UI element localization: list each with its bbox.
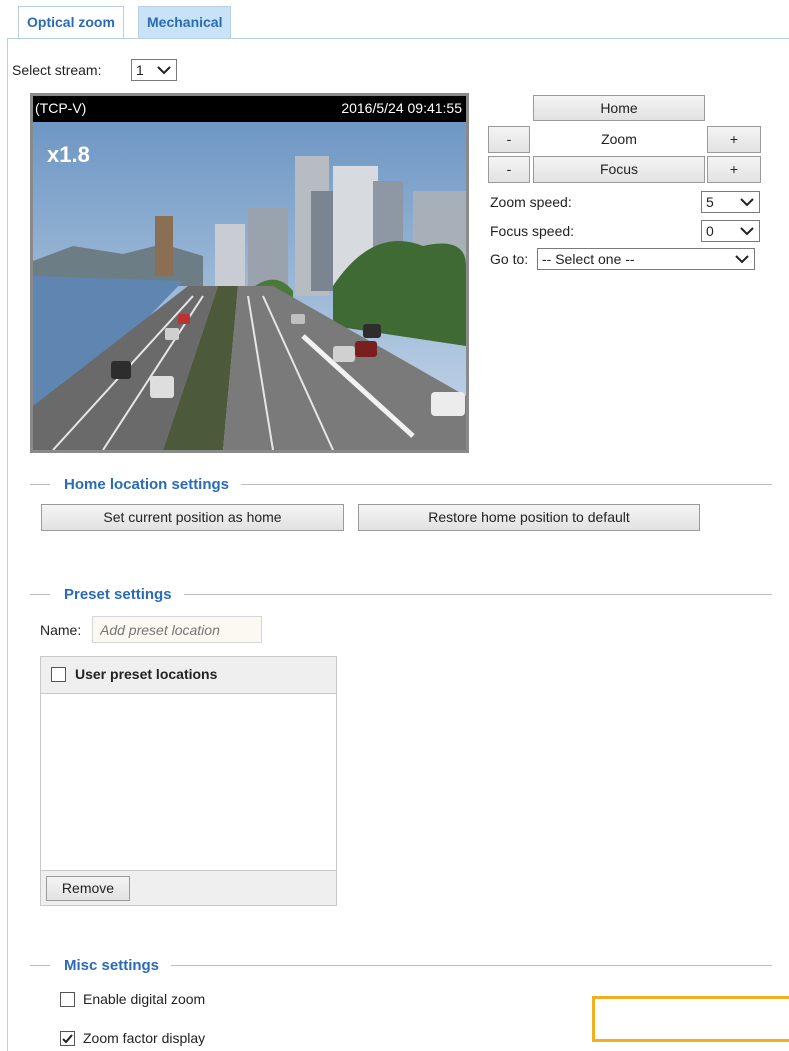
- chevron-down-icon: [740, 198, 754, 207]
- chevron-down-icon: [735, 255, 749, 264]
- goto-preset-select[interactable]: -- Select one --: [537, 248, 755, 270]
- section-dash: [30, 593, 50, 595]
- focus-speed-select[interactable]: 0: [701, 220, 760, 242]
- section-rule: [183, 593, 772, 595]
- restore-home-button[interactable]: Restore home position to default: [358, 504, 700, 531]
- stream-select[interactable]: 1: [131, 59, 177, 81]
- preset-name-label: Name:: [40, 622, 82, 638]
- zoom-in-button[interactable]: +: [707, 126, 761, 153]
- goto-preset-value: -- Select one --: [542, 251, 635, 267]
- panel-left-border: [7, 38, 8, 1051]
- preset-settings-title: Preset settings: [64, 585, 172, 603]
- preset-list-panel: [40, 656, 337, 906]
- zoom-speed-select[interactable]: 5: [701, 191, 760, 213]
- chevron-down-icon: [157, 66, 171, 75]
- section-rule: [241, 483, 772, 485]
- camera-scene-image: [33, 122, 466, 450]
- focus-near-button[interactable]: -: [488, 156, 530, 183]
- misc-section-header: Misc settings: [30, 955, 772, 975]
- highlight-frame: [592, 996, 789, 1042]
- zoom-speed-label: Zoom speed:: [490, 194, 572, 210]
- live-video-view[interactable]: (TCP-V) 2016/5/24 09:41:55 x1.8: [30, 93, 469, 453]
- select-all-presets-checkbox[interactable]: [51, 667, 66, 682]
- home-location-section-header: Home location settings: [30, 474, 772, 494]
- checkmark-icon: [62, 1034, 73, 1044]
- preset-section-header: Preset settings: [30, 584, 772, 604]
- section-dash: [30, 483, 50, 485]
- select-stream-label: Select stream:: [12, 62, 102, 78]
- focus-speed-value: 0: [706, 223, 714, 239]
- tab-optical-zoom[interactable]: Optical zoom: [18, 6, 124, 38]
- zoom-factor-display-label: Zoom factor display: [83, 1030, 206, 1046]
- focus-button[interactable]: Focus: [533, 156, 705, 183]
- enable-digital-zoom-label: Enable digital zoom: [83, 991, 206, 1007]
- zoom-factor-display-checkbox[interactable]: [60, 1031, 75, 1046]
- video-info-bar: (TCP-V) 2016/5/24 09:41:55: [33, 96, 466, 122]
- preset-name-input[interactable]: [92, 616, 262, 643]
- video-timestamp: 2016/5/24 09:41:55: [341, 100, 462, 116]
- preset-list-header-label: User preset locations: [75, 666, 218, 682]
- zoom-label: Zoom: [601, 131, 637, 147]
- enable-digital-zoom-checkbox[interactable]: [60, 992, 75, 1007]
- stream-protocol: (TCP-V): [35, 100, 87, 116]
- misc-settings-title: Misc settings: [64, 956, 160, 974]
- set-home-button[interactable]: Set current position as home: [41, 504, 344, 531]
- remove-preset-button[interactable]: Remove: [46, 876, 130, 901]
- tab-mechanical[interactable]: Mechanical: [138, 6, 232, 38]
- zoom-speed-value: 5: [706, 194, 714, 210]
- focus-speed-label: Focus speed:: [490, 223, 575, 239]
- stream-select-value: 1: [136, 62, 144, 78]
- home-location-title: Home location settings: [64, 475, 230, 493]
- section-dash: [30, 964, 50, 966]
- focus-far-button[interactable]: +: [707, 156, 761, 183]
- tab-divider: [7, 38, 789, 39]
- section-rule: [171, 964, 772, 966]
- home-button[interactable]: Home: [533, 95, 705, 121]
- zoom-factor-overlay: x1.8: [47, 142, 90, 167]
- goto-label: Go to:: [490, 251, 529, 267]
- zoom-out-button[interactable]: -: [488, 126, 530, 153]
- chevron-down-icon: [740, 227, 754, 236]
